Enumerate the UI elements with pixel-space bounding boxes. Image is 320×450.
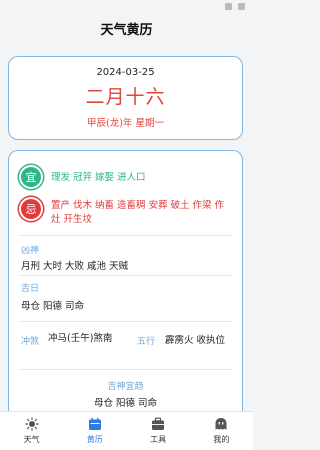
status-bar bbox=[0, 0, 253, 14]
tab-label: 我的 bbox=[213, 435, 230, 444]
tab-almanac[interactable]: 黄历 bbox=[63, 412, 126, 450]
yi-badge: 宜 bbox=[21, 167, 41, 187]
jiri-label: 吉日 bbox=[21, 284, 40, 294]
divider bbox=[19, 369, 232, 370]
status-icon bbox=[225, 3, 232, 10]
divider bbox=[19, 235, 232, 236]
lunar-date: 二月十六 bbox=[85, 86, 166, 108]
yi-row: 宜 理发 冠笄 嫁娶 进人口 bbox=[21, 167, 236, 187]
status-icon bbox=[238, 3, 245, 10]
tab-label: 工具 bbox=[150, 435, 167, 444]
ji-row: 忌 置产 伐木 纳畜 造畜稠 安葬 破土 作梁 作灶 开生坟 bbox=[21, 199, 236, 227]
wuxing-text: 霹雳火 收执位 bbox=[165, 335, 226, 346]
chongsha-text: 冲马(壬午)煞南 bbox=[48, 333, 113, 344]
wuxing-label: 五行 bbox=[137, 337, 156, 347]
tab-profile[interactable]: 我的 bbox=[190, 412, 253, 450]
sun-icon bbox=[24, 417, 39, 431]
xiongshen-label: 凶神 bbox=[21, 246, 40, 256]
tab-weather[interactable]: 天气 bbox=[0, 412, 63, 450]
gregorian-date[interactable]: 2024-03-25 bbox=[9, 67, 242, 78]
page-title: 天气黄历 bbox=[100, 23, 153, 38]
tab-label: 黄历 bbox=[86, 435, 103, 444]
divider bbox=[19, 321, 232, 322]
toolbox-icon bbox=[152, 417, 165, 430]
jishen-label: 吉神宜趋 bbox=[107, 382, 144, 392]
ji-text: 置产 伐木 纳畜 造畜稠 安葬 破土 作梁 作灶 开生坟 bbox=[51, 200, 225, 225]
ganzhi-weekday: 甲辰(龙)年 星期一 bbox=[9, 115, 242, 129]
ganzhi-year: 甲辰(龙)年 bbox=[87, 118, 133, 129]
tab-label: 天气 bbox=[23, 435, 40, 444]
title-bar: 天气黄历 bbox=[0, 14, 253, 48]
jiri-text: 母仓 阳德 司命 bbox=[21, 301, 85, 312]
date-card: 2024-03-25 二月十六 甲辰(龙)年 星期一 bbox=[8, 56, 243, 140]
almanac-card: 宜 理发 冠笄 嫁娶 进人口 忌 置产 伐木 纳畜 造畜稠 安葬 破土 作梁 作… bbox=[8, 150, 243, 450]
jishen-text: 母仓 阳德 司命 bbox=[93, 398, 158, 409]
yi-text: 理发 冠笄 嫁娶 进人口 bbox=[51, 172, 146, 183]
profile-icon bbox=[215, 418, 227, 430]
ji-badge: 忌 bbox=[21, 199, 41, 219]
calendar-icon bbox=[88, 417, 101, 430]
weekday: 星期一 bbox=[135, 118, 164, 129]
tab-tools[interactable]: 工具 bbox=[127, 412, 190, 450]
chongsha-label: 冲煞 bbox=[21, 337, 40, 347]
status-icons bbox=[225, 3, 245, 10]
xiongshen-text: 月刑 大时 大败 咸池 天贼 bbox=[21, 261, 129, 272]
bottom-tab-bar: 天气 黄历 工具 我的 bbox=[0, 411, 253, 450]
divider bbox=[19, 275, 232, 276]
